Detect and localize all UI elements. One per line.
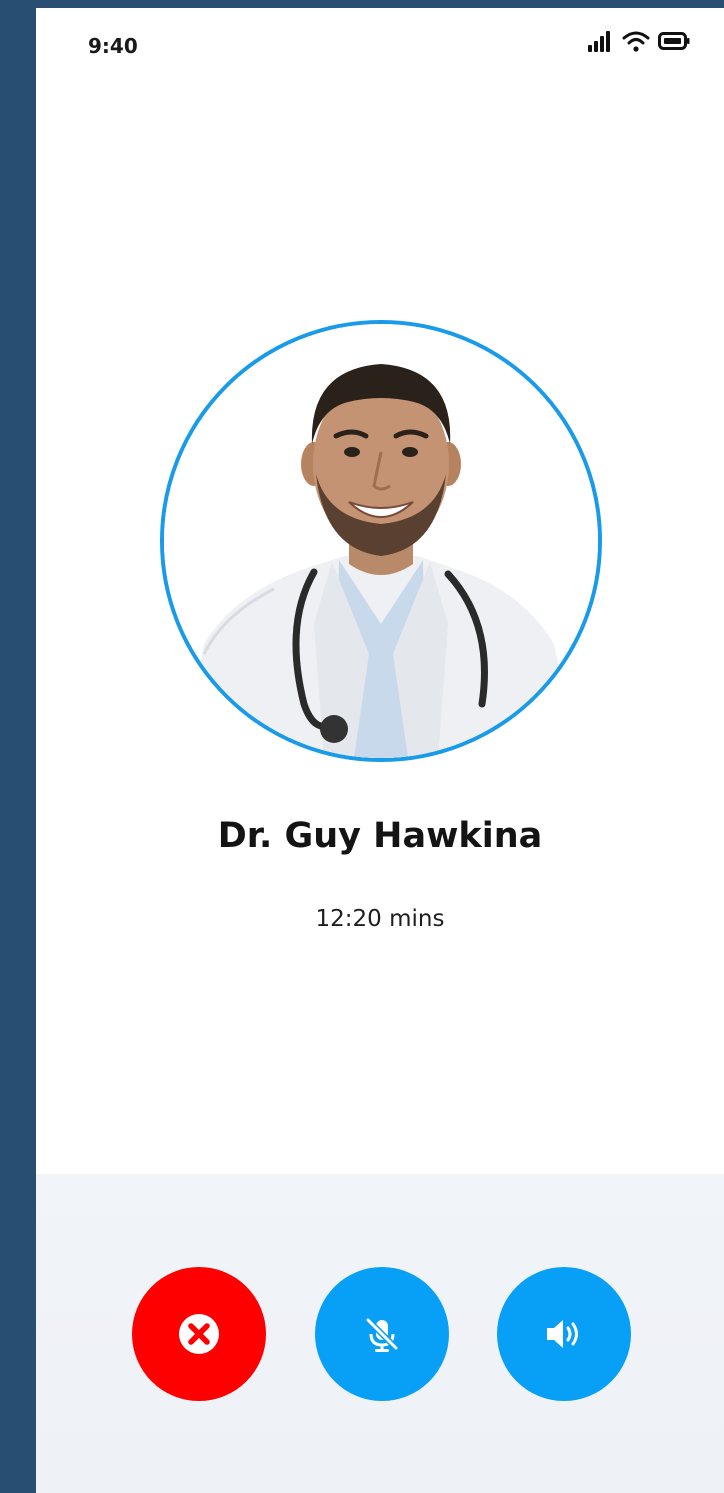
mute-button[interactable]: [315, 1267, 449, 1401]
doctor-name: Dr. Guy Hawkina: [217, 816, 543, 856]
speaker-button[interactable]: [497, 1267, 631, 1401]
status-time: 9:40: [88, 34, 138, 58]
signal-icon: [588, 30, 614, 52]
status-bar: 9:40: [36, 8, 724, 86]
close-icon: [177, 1312, 221, 1356]
call-duration: 12:20 mins: [315, 906, 445, 932]
call-screen: 9:40 Dr. Guy Hawkina 12:20 mins: [36, 8, 724, 1493]
mic-off-icon: [362, 1314, 402, 1354]
wifi-icon: [622, 30, 650, 52]
end-call-button[interactable]: [132, 1267, 266, 1401]
status-icons: [588, 30, 690, 52]
doctor-avatar: [160, 320, 602, 762]
battery-icon: [658, 31, 690, 51]
speaker-icon: [543, 1316, 585, 1352]
